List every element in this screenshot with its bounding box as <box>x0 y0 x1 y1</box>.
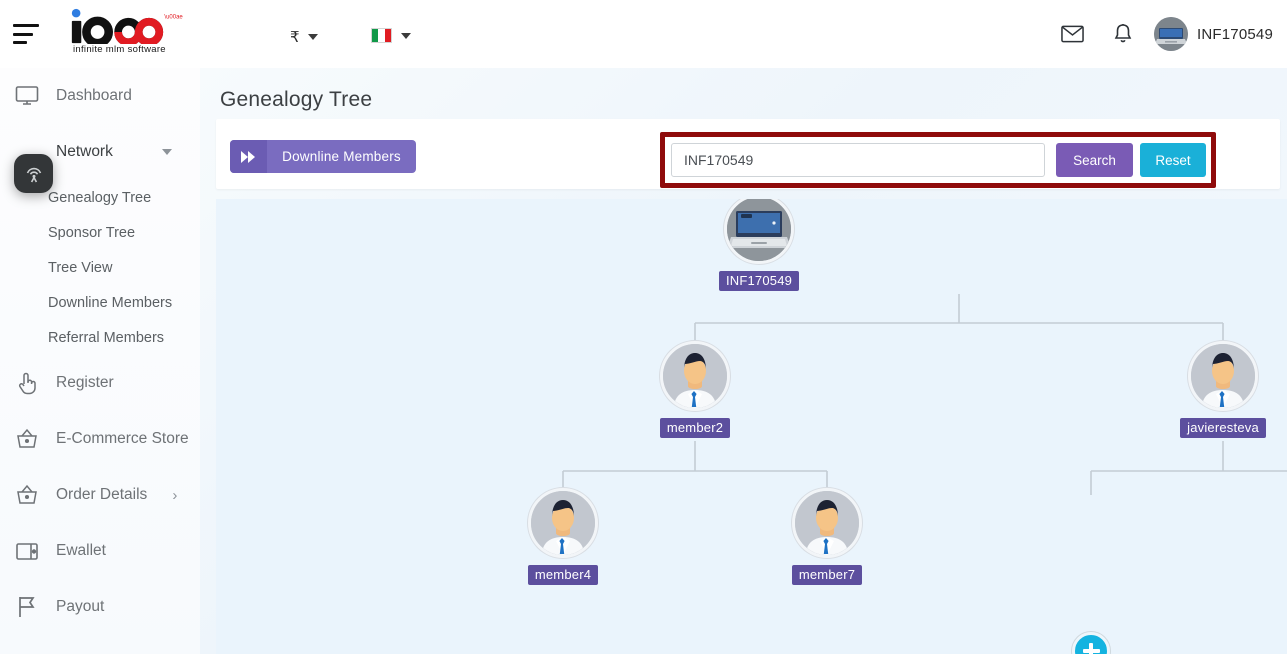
sidebar-item-ewallet[interactable]: Ewallet <box>0 523 200 579</box>
downline-members-button[interactable]: Downline Members <box>230 140 416 173</box>
sidebar-item-label: Register <box>56 374 114 391</box>
sidebar-item-dashboard[interactable]: Dashboard <box>0 68 200 124</box>
sidebar-item-ecommerce-store[interactable]: E-Commerce Store <box>0 411 200 467</box>
sidebar-subitem-label: Sponsor Tree <box>48 224 136 241</box>
male-avatar <box>792 488 862 558</box>
fast-forward-icon <box>230 140 267 173</box>
sidebar-item-label: E-Commerce Store <box>56 430 189 447</box>
search-button[interactable]: Search <box>1056 143 1133 177</box>
main-content: Genealogy Tree Downline Members Search R… <box>200 68 1287 654</box>
rupee-icon: ₹ <box>290 29 300 46</box>
sidebar-subitem-label: Downline Members <box>48 294 173 311</box>
laptop-image-avatar <box>724 199 794 264</box>
tree-node-member2[interactable]: member2 <box>658 341 732 438</box>
basket-icon <box>14 426 40 452</box>
male-avatar <box>660 341 730 411</box>
logo-icon: \u00ae <box>71 8 183 48</box>
avatar <box>1153 17 1188 51</box>
sidebar-item-tree-view[interactable]: Tree View <box>0 250 200 285</box>
language-selector[interactable] <box>371 28 411 43</box>
top-bar-actions: INF170549 <box>1048 0 1287 68</box>
sidebar-subitem-label: Tree View <box>48 259 113 276</box>
genealogy-tree-canvas[interactable]: INF170549 member2 javieresteva member4 m… <box>216 199 1287 654</box>
tree-node-label: INF170549 <box>718 271 800 291</box>
tree-node-root[interactable]: INF170549 <box>718 199 800 291</box>
top-bar: \u00ae infinite mlm software ₹ INF170549 <box>0 0 1287 68</box>
sidebar-item-downline-members[interactable]: Downline Members <box>0 285 200 320</box>
sidebar-item-label: Payout <box>56 598 105 615</box>
tree-node-member4[interactable]: member4 <box>526 488 600 585</box>
hamburger-bar <box>13 32 33 36</box>
hamburger-bar <box>13 41 27 44</box>
sidebar-item-label: Dashboard <box>56 87 132 104</box>
sidebar-item-register[interactable]: Register <box>0 355 200 411</box>
chevron-down-icon <box>307 34 318 40</box>
sidebar-subitem-label: Genealogy Tree <box>48 189 152 206</box>
chevron-down-icon <box>401 32 411 39</box>
tree-node-label: member4 <box>527 565 599 585</box>
sidebar-item-referral-members[interactable]: Referral Members <box>0 320 200 355</box>
profile-name: INF170549 <box>1196 25 1273 43</box>
page-title: Genealogy Tree <box>220 88 373 111</box>
tree-node-label: member7 <box>791 565 863 585</box>
basket-icon <box>14 482 40 508</box>
search-input[interactable] <box>671 143 1045 177</box>
sidebar-subitem-label: Referral Members <box>48 329 165 346</box>
sidebar-item-label: Network <box>56 143 113 160</box>
male-avatar <box>1188 341 1258 411</box>
tree-node-member7[interactable]: member7 <box>790 488 864 585</box>
italy-flag-icon <box>371 28 392 43</box>
brand-logo[interactable]: \u00ae infinite mlm software <box>65 8 185 60</box>
chevron-right-icon: › <box>172 486 178 504</box>
hand-click-icon <box>14 370 40 396</box>
sidebar-item-label: Order Details <box>56 486 148 503</box>
profile-menu[interactable]: INF170549 <box>1153 17 1273 51</box>
sidebar-item-label: Ewallet <box>56 542 106 559</box>
svg-text:\u00ae: \u00ae <box>164 14 183 20</box>
sidebar-item-payout[interactable]: Payout <box>0 579 200 635</box>
bell-icon[interactable] <box>1098 10 1148 58</box>
male-avatar <box>528 488 598 558</box>
currency-selector[interactable]: ₹ <box>290 28 318 46</box>
search-panel: Downline Members Search Reset <box>216 119 1280 189</box>
hamburger-bar <box>13 24 39 27</box>
downline-members-label: Downline Members <box>282 149 401 164</box>
network-broadcast-fab[interactable] <box>14 154 53 193</box>
wallet-icon <box>14 538 40 564</box>
reset-button[interactable]: Reset <box>1140 143 1206 177</box>
logo-tagline: infinite mlm software <box>73 44 166 55</box>
tree-node-label: member2 <box>659 418 731 438</box>
sidebar-item-sponsor-tree[interactable]: Sponsor Tree <box>0 215 200 250</box>
sidebar-item-order-details[interactable]: Order Details › <box>0 467 200 523</box>
tree-node-javieresteva[interactable]: javieresteva <box>1180 341 1266 438</box>
app-root: \u00ae infinite mlm software ₹ INF170549… <box>0 0 1287 654</box>
monitor-icon <box>14 83 40 109</box>
flag-icon <box>14 594 40 620</box>
mail-icon[interactable] <box>1048 10 1098 58</box>
hamburger-menu-icon[interactable] <box>13 24 39 44</box>
tree-node-label: javieresteva <box>1180 418 1266 438</box>
chevron-down-icon <box>162 149 172 155</box>
